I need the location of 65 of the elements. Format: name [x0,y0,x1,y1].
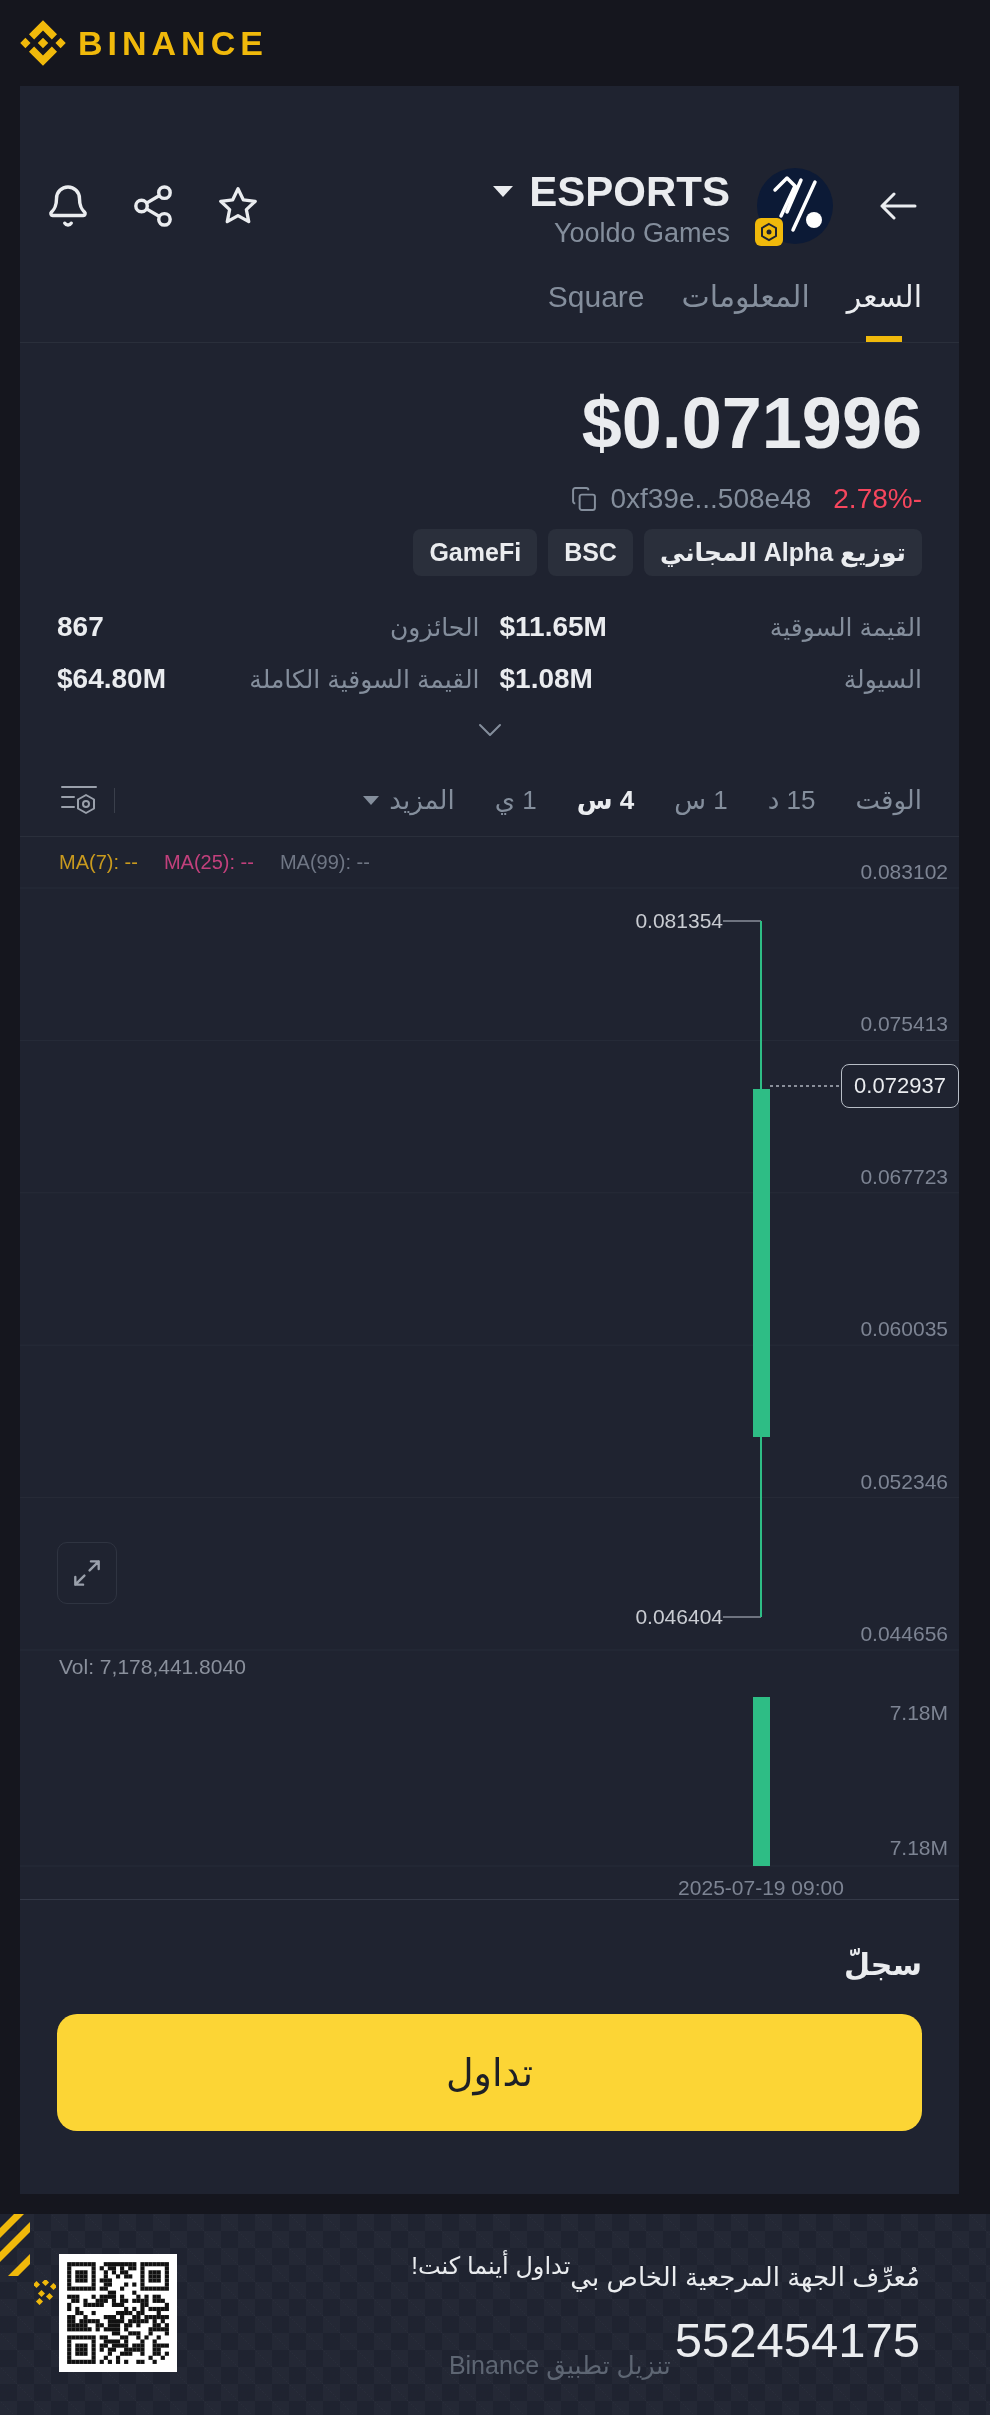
volume-label: Vol: 7,178,441.8040 [59,1656,246,1678]
slogan: تداول أينما كنت! [411,2249,571,2282]
token-selector[interactable]: ESPORTS [493,167,730,216]
axis-label: 0.060035 [860,1318,948,1341]
stat-value: 867 [57,610,104,644]
download-text: تنزيل تطبيق Binance [448,2350,671,2382]
tab[interactable]: Square [547,261,645,342]
dots-icon [34,2280,56,2305]
price: $0.071996 [581,387,922,459]
axis-label: 7.18M [889,1837,948,1859]
contract-address: 0xf39e...508e48 [610,482,812,516]
leader-line [722,1616,762,1618]
axis-label: 0.044656 [860,1623,948,1645]
history-heading: سجلّ [843,1947,923,1983]
brand-name: BINANCE [78,23,268,63]
ma-legend-item: MA(99): -- [279,851,370,873]
referral-id: 552454175 [674,2312,920,2368]
star-icon[interactable] [218,185,258,226]
timeframe-option[interactable]: 4 س [576,782,635,818]
hexagon-badge-icon [755,217,783,246]
ma-legend-item: MA(7): -- [59,851,138,873]
axis-label: 0.083102 [860,861,948,883]
axis-label: 0.067723 [860,1165,948,1188]
chevron-down-icon[interactable] [477,723,502,737]
stat-label: القيمة السوقية [769,612,922,644]
high-price-label: 0.081354 [635,909,723,933]
last-price-label: 0.072937 [841,1064,959,1108]
low-price-label: 0.046404 [635,1605,723,1629]
price-change: 2.78%- [833,482,922,516]
tag: توزيع Alpha المجاني [643,529,922,576]
diamond-logo-icon [20,20,66,66]
stat-label: السيولة [843,664,922,696]
stripes-icon [0,2214,30,2276]
expand-button[interactable] [57,1542,117,1604]
stat-value: $64.80M [57,662,166,696]
project-name: Yooldo Games [553,216,730,250]
stat-value: $1.08M [499,662,593,696]
more-dropdown[interactable]: المزيد [363,782,455,818]
bell-icon[interactable] [48,184,88,227]
timeframe-option[interactable]: 1 س [674,782,728,818]
timeframe-label: الوقت [855,784,922,818]
axis-label: 0.075413 [860,1013,948,1036]
caret-icon [363,795,380,805]
stat-label: القيمة السوقية الكاملة [249,664,480,696]
time-label: 2025-07-19 09:00 [678,1877,844,1899]
tab[interactable]: السعر [846,261,922,342]
timeframe-option[interactable]: 15 د [767,782,816,818]
ma-legend-item: MA(25): -- [163,851,254,873]
axis-label: 7.18M [889,1702,948,1724]
timeframe-option[interactable]: 1 ي [494,782,537,818]
stat-value: $11.65M [499,610,607,644]
share-icon[interactable] [133,184,173,227]
tag: GameFi [413,529,538,576]
tag: BSC [548,529,633,576]
axis-label: 0.052346 [860,1470,948,1493]
back-icon[interactable] [879,191,917,220]
copy-icon[interactable] [572,487,597,511]
expand-icon [74,1560,100,1586]
stat-label: الحائزون [390,612,480,645]
leader-line [722,920,762,922]
trade-button[interactable]: تداول [57,2014,922,2131]
settings-icon[interactable] [61,784,97,816]
caret-icon [493,186,514,197]
referral-label: مُعرِّف الجهة المرجعية الخاص بي [570,2261,920,2295]
tab[interactable]: المعلومات [681,261,810,342]
